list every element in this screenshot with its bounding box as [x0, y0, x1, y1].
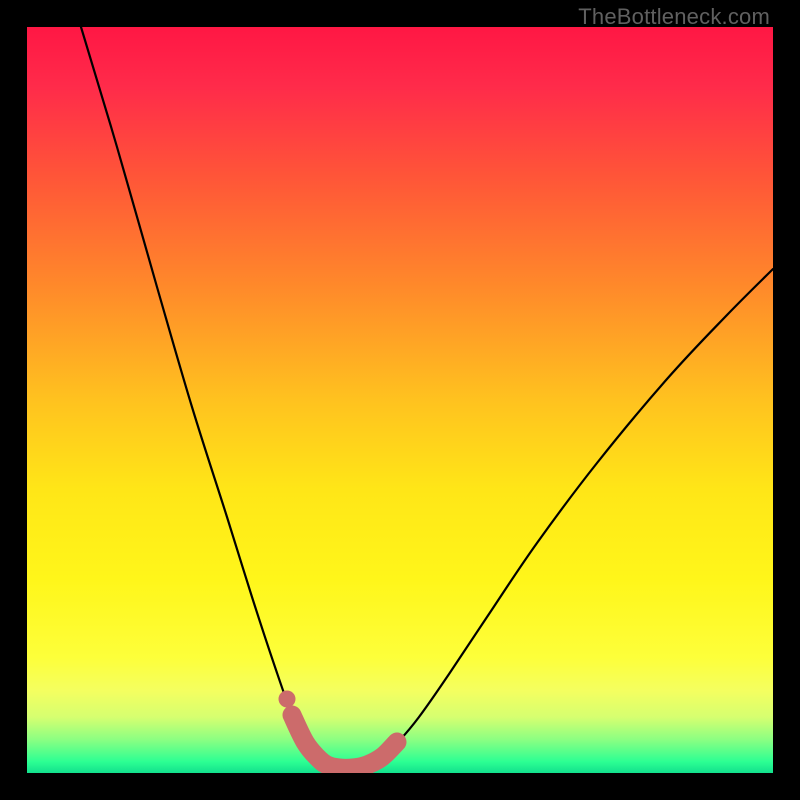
bottleneck-curve — [81, 27, 773, 768]
curve-layer — [27, 27, 773, 773]
highlight-dot — [279, 691, 296, 708]
highlight-segment — [292, 715, 397, 768]
chart-frame — [27, 27, 773, 773]
